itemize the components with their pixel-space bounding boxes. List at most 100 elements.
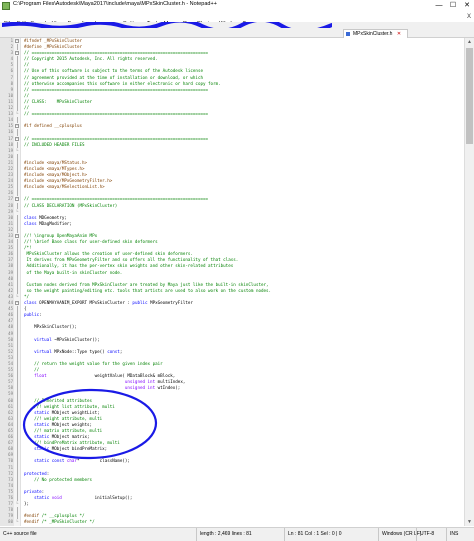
- token-plain: MObject matrix;: [51, 434, 90, 440]
- menu-bar: FileEditSearchViewEncodingLanguageSettin…: [0, 12, 474, 27]
- scroll-down-icon[interactable]: ▼: [465, 518, 474, 526]
- token-kw: public: [132, 300, 151, 306]
- fold-line-icon: [15, 379, 19, 386]
- status-eol[interactable]: Windows (CR LF): [378, 528, 421, 541]
- fold-toggle-icon[interactable]: −: [15, 234, 19, 238]
- token-kw: static: [24, 458, 52, 464]
- tab-label: MPxSkinCluster.h: [353, 31, 393, 37]
- fold-line-icon: [15, 360, 19, 368]
- token-plain: MPxGeometryFilter: [150, 300, 193, 306]
- token-comment: /* _MPxSkinCluster */: [41, 519, 95, 525]
- token-pre: #if defined __cplusplus: [24, 123, 82, 129]
- fold-line-icon: [15, 495, 19, 502]
- token-kw: const: [107, 348, 120, 354]
- token-plain: :: [46, 470, 50, 476]
- status-position[interactable]: Ln : 81 Col : 1 Sel : 0 | 0: [284, 528, 342, 541]
- token-plain: multiIndex,: [157, 379, 186, 385]
- fold-line-icon: [15, 275, 19, 282]
- fold-line-icon: [15, 354, 19, 361]
- token-pre: #include <maya/MPxGeometryFilter.h>: [24, 178, 113, 184]
- token-comment: // agreement provided at the time of ins…: [24, 74, 203, 80]
- fold-toggle-icon[interactable]: −: [15, 51, 19, 56]
- close-button[interactable]: ✕: [460, 0, 474, 12]
- fold-line-icon: [15, 68, 19, 75]
- token-kw: virtual: [24, 336, 55, 342]
- fold-toggle-icon[interactable]: −: [15, 197, 19, 202]
- scroll-up-icon[interactable]: ▲: [465, 38, 474, 46]
- window-title: C:\Program Files\Autodesk\Maya2017\inclu…: [13, 1, 217, 7]
- fold-line-icon: [15, 476, 19, 483]
- code-line[interactable]: 80 └ #endif /* _MPxSkinCluster */: [0, 519, 464, 525]
- tab-close-icon[interactable]: ✕: [397, 31, 401, 37]
- fold-line-icon: [15, 281, 19, 288]
- token-pre: #define _MPxSkinCluster: [24, 44, 82, 50]
- token-comment: //! weight attribute, multi: [24, 415, 103, 421]
- fold-line-icon: [15, 470, 19, 477]
- fold-line-icon: [15, 397, 19, 404]
- fold-toggle-icon[interactable]: −: [15, 301, 19, 306]
- status-encoding[interactable]: UTF-8: [416, 528, 434, 541]
- fold-line-icon: [15, 403, 19, 410]
- fold-end-icon: └: [15, 111, 19, 117]
- fold-line-icon: [15, 62, 19, 69]
- status-ins-mode[interactable]: INS: [446, 528, 458, 541]
- token-plain: :: [41, 488, 45, 494]
- fold-line-icon: [15, 312, 19, 319]
- tab-bar: MPxSkinCluster.h ✕: [0, 28, 474, 38]
- token-kw: static: [24, 446, 52, 452]
- token-plain: ;: [119, 348, 123, 354]
- scrollbar-thumb[interactable]: [466, 48, 473, 144]
- fold-end-icon: └: [15, 293, 19, 299]
- fold-line-icon: [15, 117, 19, 124]
- close-document-icon[interactable]: X: [467, 12, 471, 22]
- fold-line-icon: [15, 74, 19, 81]
- token-comment: Additionally, it has the per-vertex skin…: [24, 263, 234, 269]
- token-comment: // INCLUDED HEADER FILES: [24, 141, 85, 147]
- minimize-button[interactable]: —: [432, 0, 446, 12]
- fold-line-icon: [15, 421, 19, 428]
- fold-end-icon: └: [15, 501, 19, 507]
- fold-line-icon: [15, 153, 19, 160]
- fold-line-icon: [15, 348, 19, 355]
- fold-line-icon: [15, 165, 19, 173]
- token-pre: #ifndef _MPxSkinCluster: [24, 38, 82, 43]
- code-editor[interactable]: 1− #ifndef _MPxSkinCluster 2 #define _MPxSk…: [0, 38, 464, 526]
- fold-line-icon: [15, 367, 19, 374]
- fold-line-icon: [15, 239, 19, 246]
- fold-line-icon: [15, 263, 19, 270]
- token-plain: * className();: [76, 458, 130, 464]
- token-type: unsigned int: [24, 385, 158, 391]
- token-pre: #include <maya/MTypes.h>: [24, 165, 85, 171]
- fold-end-icon: └: [15, 208, 19, 214]
- token-comment: // Copyright 2015 Autodesk, Inc. All rig…: [24, 56, 158, 62]
- fold-line-icon: [15, 86, 19, 93]
- fold-line-icon: [15, 92, 19, 99]
- notepadpp-app-icon[interactable]: [2, 2, 10, 10]
- fold-line-icon: [15, 257, 19, 264]
- vertical-scrollbar[interactable]: ▲ ▼: [464, 38, 474, 526]
- tab-mpxskincluster[interactable]: MPxSkinCluster.h ✕: [343, 29, 409, 38]
- token-plain: };: [24, 501, 30, 507]
- token-type: void: [51, 495, 62, 501]
- maximize-button[interactable]: ☐: [446, 0, 460, 12]
- token-pre: #include <maya/MSelectionList.h>: [24, 184, 105, 190]
- status-file-type: C++ source file: [3, 531, 37, 537]
- fold-line-icon: [15, 105, 19, 112]
- token-kw: class: [24, 220, 40, 226]
- fold-toggle-icon[interactable]: −: [15, 136, 19, 141]
- token-plain: MPxNode::Type type(): [54, 348, 108, 354]
- fold-line-icon: [15, 336, 19, 343]
- token-comment: //: [24, 105, 30, 111]
- fold-line-icon: [15, 446, 19, 453]
- token-kw: static: [24, 421, 52, 427]
- token-comment: //! \brief Base class for user-defined s…: [24, 239, 158, 245]
- fold-toggle-icon[interactable]: −: [15, 39, 19, 43]
- token-comment: // Inherited attributes: [24, 397, 93, 403]
- token-comment: // =====================================…: [24, 111, 209, 117]
- token-type: unsigned int: [24, 379, 158, 385]
- token-comment: //! weight list attribute, multi: [24, 403, 115, 409]
- token-pre: #include <maya/MStatus.h>: [24, 159, 88, 165]
- fold-line-icon: [15, 409, 19, 416]
- fold-line-icon: [15, 178, 19, 185]
- fold-toggle-icon[interactable]: −: [15, 124, 19, 129]
